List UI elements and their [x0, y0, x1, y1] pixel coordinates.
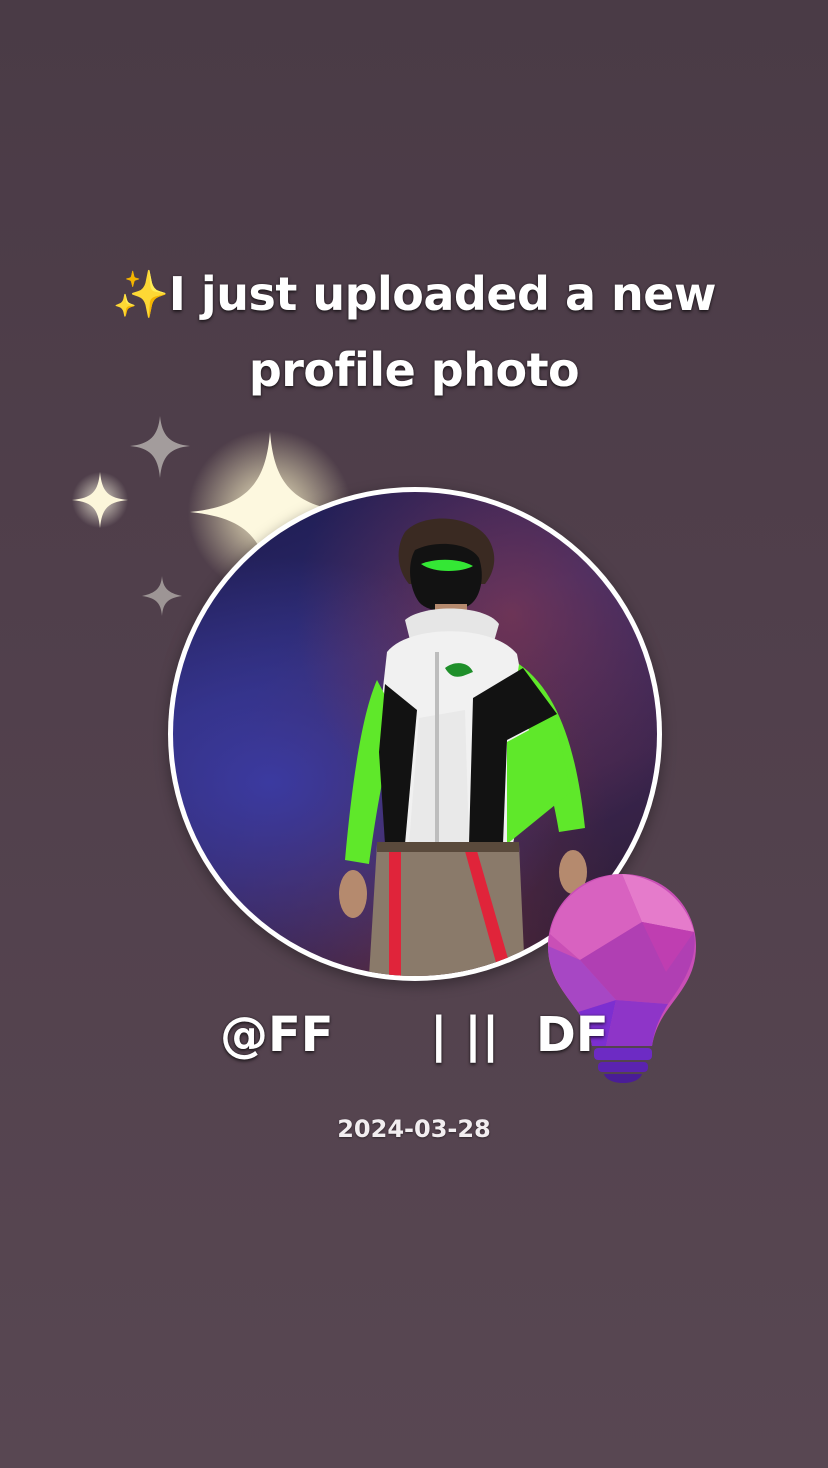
grey-star	[130, 416, 190, 478]
sparkles-emoji-icon: ✨	[112, 267, 169, 321]
upload-date: 2024-03-28	[337, 1115, 491, 1143]
handle-part-2: DF	[536, 1007, 609, 1063]
handle-part-1: @FF	[220, 1007, 334, 1063]
username-handle: @FF | || DF	[150, 1000, 678, 1070]
headline-text-1: I just uploaded a new	[168, 267, 717, 321]
headline: ✨I just uploaded a new profile photo	[70, 256, 758, 408]
handle-separator: | ||	[430, 1007, 500, 1063]
headline-line-2: profile photo	[248, 343, 580, 397]
headline-line-1: ✨I just uploaded a new	[70, 256, 758, 332]
